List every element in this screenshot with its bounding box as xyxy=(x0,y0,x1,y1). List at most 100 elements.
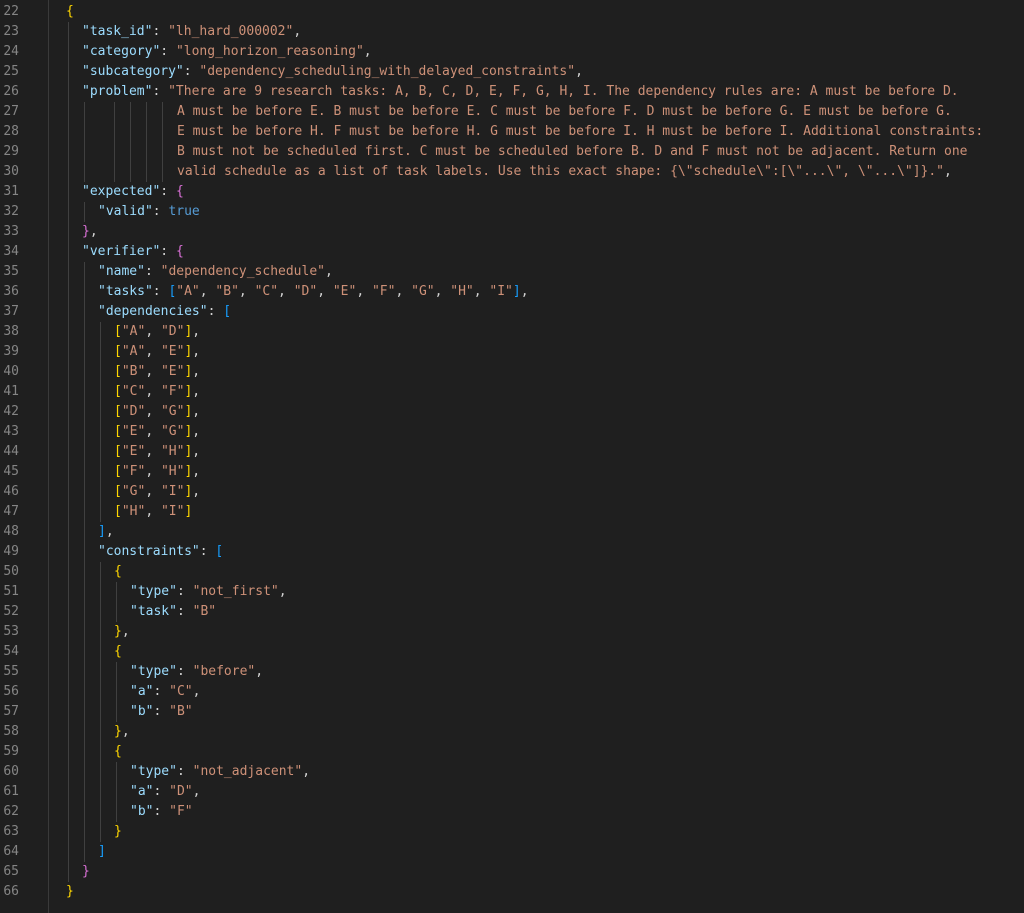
code-line[interactable]: 26 "problem": "There are 9 research tasks… xyxy=(0,82,1024,102)
code-line[interactable]: 42 ["D", "G"], xyxy=(0,402,1024,422)
code-text: "valid": true xyxy=(98,202,200,222)
code-line[interactable]: 55 "type": "before", xyxy=(0,662,1024,682)
code-line[interactable]: 62 "b": "F" xyxy=(0,802,1024,822)
json-punctuation: : xyxy=(207,304,224,319)
line-number: 51 xyxy=(3,584,19,599)
json-bracket: [ xyxy=(114,464,122,479)
code-line[interactable]: 47 ["H", "I"] xyxy=(0,502,1024,522)
code-text: "type": "not_first", xyxy=(130,582,287,602)
json-string: "B" xyxy=(192,604,217,619)
line-number: 25 xyxy=(3,64,19,79)
indent-guide xyxy=(116,662,117,722)
line-number: 26 xyxy=(3,84,19,99)
json-bracket: } xyxy=(114,724,122,739)
json-punctuation: , xyxy=(145,384,161,399)
code-text: ["C", "F"], xyxy=(114,382,200,402)
json-punctuation: : xyxy=(199,544,216,559)
code-line[interactable]: 39 ["A", "E"], xyxy=(0,342,1024,362)
json-punctuation: : xyxy=(160,244,176,259)
json-key: "dependencies" xyxy=(98,304,208,319)
code-text: ["D", "G"], xyxy=(114,402,200,422)
code-text: B must not be scheduled first. C must be… xyxy=(177,142,968,162)
code-line[interactable]: 57 "b": "B" xyxy=(0,702,1024,722)
code-line[interactable]: 60 "type": "not_adjacent", xyxy=(0,762,1024,782)
code-line[interactable]: 50 { xyxy=(0,562,1024,582)
json-string: "D" xyxy=(293,284,318,299)
json-string: "E" xyxy=(332,284,357,299)
code-text: A must be before E. B must be before E. … xyxy=(177,102,952,122)
code-line[interactable]: 54 { xyxy=(0,642,1024,662)
indent-guide xyxy=(114,102,115,182)
code-line[interactable]: 52 "task": "B" xyxy=(0,602,1024,622)
line-number: 33 xyxy=(3,224,19,239)
code-line[interactable]: 40 ["B", "E"], xyxy=(0,362,1024,382)
code-line[interactable]: 33}, xyxy=(0,222,1024,242)
json-string: "I" xyxy=(160,484,185,499)
json-string: "I" xyxy=(160,504,185,519)
json-punctuation: : xyxy=(144,264,161,279)
code-line[interactable]: 51 "type": "not_first", xyxy=(0,582,1024,602)
line-number: 50 xyxy=(3,564,19,579)
code-line[interactable]: 29 B must not be scheduled first. C must … xyxy=(0,142,1024,162)
json-punctuation: , xyxy=(89,224,98,239)
code-line[interactable]: 32 "valid": true xyxy=(0,202,1024,222)
code-editor[interactable]: 22 {23 "task_id": "lh_hard_000002", 24 "cate… xyxy=(0,0,1024,913)
code-line[interactable]: 36 "tasks": ["A", "B", "C", "D", "E", "F"… xyxy=(0,282,1024,302)
code-line[interactable]: 59 { xyxy=(0,742,1024,762)
code-line[interactable]: 45 ["F", "H"], xyxy=(0,462,1024,482)
code-line[interactable]: 43 ["E", "G"], xyxy=(0,422,1024,442)
code-line[interactable]: 44 ["E", "H"], xyxy=(0,442,1024,462)
json-key: "subcategory" xyxy=(82,64,184,79)
json-string: "lh_hard_000002" xyxy=(168,24,294,39)
json-string: "H" xyxy=(450,284,474,299)
code-line[interactable]: 28 E must be before H. F must be before H… xyxy=(0,122,1024,142)
json-bracket: [ xyxy=(114,404,122,419)
code-line[interactable]: 41 ["C", "F"], xyxy=(0,382,1024,402)
code-line[interactable]: 34 "verifier": { xyxy=(0,242,1024,262)
code-line[interactable]: 49 "constraints": [ xyxy=(0,542,1024,562)
json-key: "task_id" xyxy=(82,24,153,39)
code-line[interactable]: 61 "a": "D", xyxy=(0,782,1024,802)
code-text: E must be before H. F must be before H. … xyxy=(177,122,983,142)
line-number: 65 xyxy=(3,864,19,879)
code-line[interactable]: 46 ["G", "I"], xyxy=(0,482,1024,502)
code-line[interactable]: 24 "category": "long_horizon_reasoning", xyxy=(0,42,1024,62)
code-line[interactable]: 38 ["A", "D"], xyxy=(0,322,1024,342)
code-line[interactable]: 31 "expected": { xyxy=(0,182,1024,202)
json-bracket: } xyxy=(82,224,90,239)
code-line[interactable]: 23 "task_id": "lh_hard_000002", xyxy=(0,22,1024,42)
code-line[interactable]: 58}, xyxy=(0,722,1024,742)
line-number: 66 xyxy=(3,884,19,899)
code-line[interactable]: 56 "a": "C", xyxy=(0,682,1024,702)
code-line[interactable]: 22 { xyxy=(0,2,1024,22)
json-bracket: { xyxy=(114,564,122,579)
code-line[interactable]: 48], xyxy=(0,522,1024,542)
json-bracket: { xyxy=(114,644,122,659)
code-line[interactable]: 25 "subcategory": "dependency_scheduling_… xyxy=(0,62,1024,82)
line-number: 59 xyxy=(3,744,19,759)
json-string: "D" xyxy=(121,404,146,419)
code-line[interactable]: 63} xyxy=(0,822,1024,842)
line-number: 53 xyxy=(3,624,19,639)
indent-guide xyxy=(100,562,101,842)
code-line[interactable]: 65} xyxy=(0,862,1024,882)
code-text: { xyxy=(114,642,122,662)
code-text: "verifier": { xyxy=(82,242,184,262)
code-line[interactable]: 27 A must be before E. B must be before E… xyxy=(0,102,1024,122)
json-punctuation: , xyxy=(278,584,287,599)
json-bracket: { xyxy=(66,4,74,19)
json-punctuation: , xyxy=(145,464,161,479)
code-line[interactable]: 66} xyxy=(0,882,1024,902)
indent-guide xyxy=(84,262,85,862)
code-text: ["F", "H"], xyxy=(114,462,200,482)
code-text: } xyxy=(114,822,122,842)
code-line[interactable]: 64] xyxy=(0,842,1024,862)
json-punctuation: , xyxy=(192,444,201,459)
code-line[interactable]: 35 "name": "dependency_schedule", xyxy=(0,262,1024,282)
json-punctuation: : xyxy=(183,64,200,79)
code-line[interactable]: 37 "dependencies": [ xyxy=(0,302,1024,322)
code-line[interactable]: 53}, xyxy=(0,622,1024,642)
code-text: "b": "B" xyxy=(130,702,193,722)
json-punctuation: : xyxy=(153,804,170,819)
code-line[interactable]: 30 valid schedule as a list of task label… xyxy=(0,162,1024,182)
